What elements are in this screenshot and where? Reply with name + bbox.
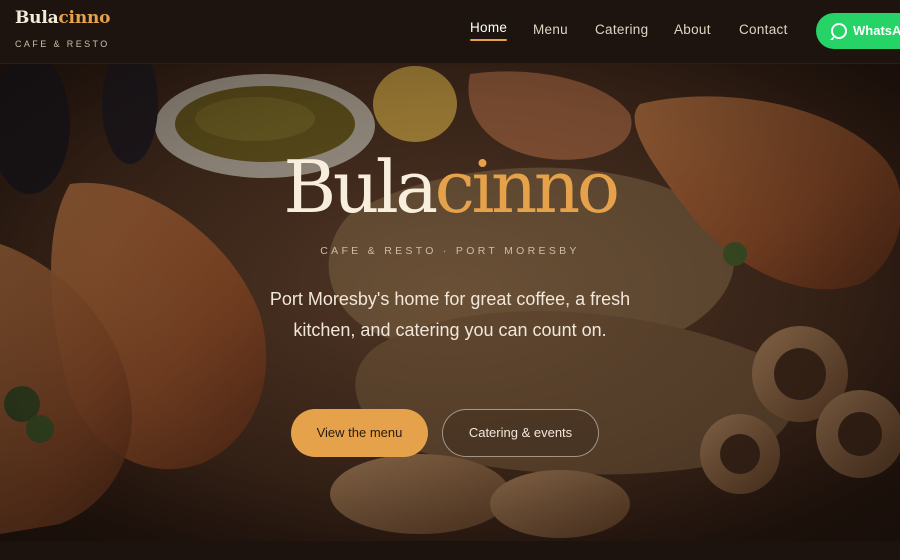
hero-content: Bulacinno CAFE & RESTO · PORT MORESBY Po… bbox=[0, 64, 900, 541]
section-divider bbox=[0, 541, 900, 560]
brand-logo[interactable]: Bulacinno CAFE & RESTO bbox=[15, 8, 110, 49]
nav-link-about[interactable]: About bbox=[674, 22, 711, 37]
whatsapp-button-label: WhatsApp bbox=[853, 23, 900, 38]
hero-title: Bulacinno bbox=[0, 144, 900, 230]
whatsapp-button[interactable]: WhatsApp bbox=[816, 13, 900, 49]
hero-section: Bulacinno CAFE & RESTO · PORT MORESBY Po… bbox=[0, 64, 900, 541]
whatsapp-icon bbox=[831, 23, 847, 39]
hero-title-part1: Bula bbox=[283, 145, 438, 229]
brand-name: Bulacinno bbox=[15, 8, 110, 28]
nav-link-menu[interactable]: Menu bbox=[533, 22, 568, 37]
hero-description: Port Moresby's home for great coffee, a … bbox=[269, 289, 631, 340]
catering-events-button[interactable]: Catering & events bbox=[442, 409, 599, 457]
nav-link-home[interactable]: Home bbox=[470, 20, 508, 41]
brand-name-part1: Bula bbox=[15, 8, 59, 28]
nav-link-catering[interactable]: Catering bbox=[595, 22, 648, 37]
hero-title-part2: cinno bbox=[434, 145, 620, 229]
view-menu-button[interactable]: View the menu bbox=[291, 409, 428, 457]
hero-subtitle: CAFE & RESTO · PORT MORESBY bbox=[320, 245, 580, 257]
top-nav: Bulacinno CAFE & RESTO Home Menu Caterin… bbox=[0, 0, 900, 64]
brand-tagline: CAFE & RESTO bbox=[15, 39, 110, 49]
nav-link-contact[interactable]: Contact bbox=[739, 22, 788, 37]
brand-name-part2: cinno bbox=[58, 8, 111, 28]
